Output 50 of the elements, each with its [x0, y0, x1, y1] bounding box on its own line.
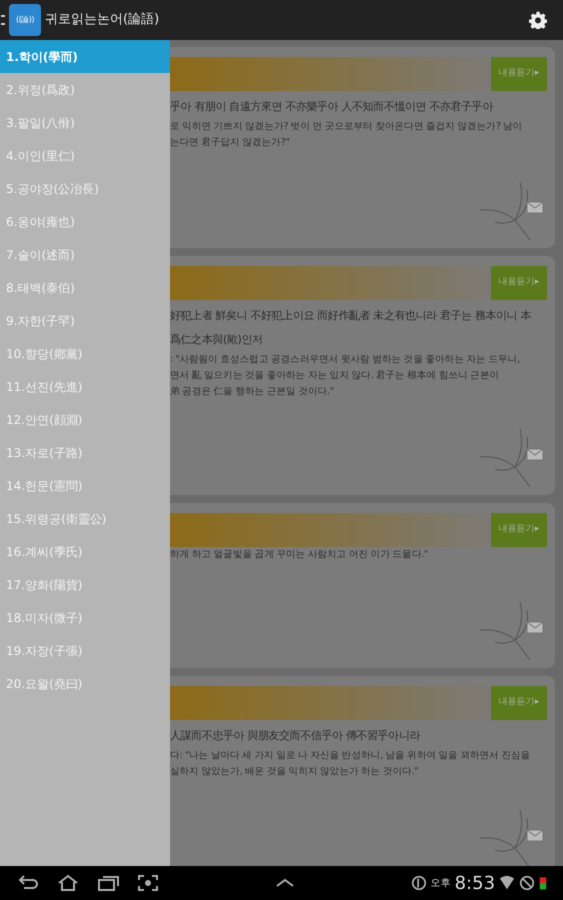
- menu-icon[interactable]: [1, 15, 5, 25]
- drawer-item[interactable]: 19.자장(子張): [0, 634, 170, 667]
- drawer-item[interactable]: 15.위령공(衛靈公): [0, 502, 170, 535]
- listen-button[interactable]: 내용듣기▸: [491, 266, 547, 300]
- drawer-item[interactable]: 20.요왈(堯曰): [0, 667, 170, 700]
- original-text: 爲仁之本與(歟)인저: [170, 332, 264, 348]
- battery-icon: [539, 875, 548, 891]
- translation-text: 실하지 않았는가, 배운 것을 익히지 않았는가 하는 것이다.": [170, 765, 420, 779]
- listen-button[interactable]: 내용듣기▸: [491, 513, 547, 547]
- translation-text: 면서 亂 일으키는 것을 좋아하는 자는 있지 않다. 君子는 根本에 힘쓰니 근본이: [170, 369, 500, 383]
- drawer-item[interactable]: 8.태백(泰伯): [0, 271, 170, 304]
- drawer-item[interactable]: 18.미자(微子): [0, 601, 170, 634]
- drawer-item[interactable]: 3.팔일(八佾): [0, 106, 170, 139]
- drawer-item[interactable]: 13.자로(子路): [0, 436, 170, 469]
- translation-text: 하게 하고 얼굴빛을 곱게 꾸미는 사람치고 어진 이가 드물다.": [170, 548, 429, 562]
- original-text: 乎아 有朋이 自遠方來면 不亦樂乎아 人不知而不慍이면 不亦君子乎아: [170, 99, 494, 115]
- translation-text: 로 익히면 기쁘지 않겠는가? 벗이 먼 곳으로부터 찾아온다면 즐겁지 않겠는가? 남이: [170, 120, 524, 134]
- status-icon: [410, 875, 427, 891]
- drawer-item[interactable]: 9.자한(子罕): [0, 304, 170, 337]
- drawer-item[interactable]: 7.술이(述而): [0, 238, 170, 271]
- wifi-icon: [499, 875, 516, 891]
- drawer-item[interactable]: 6.옹야(雍也): [0, 205, 170, 238]
- home-icon[interactable]: [56, 874, 80, 892]
- clock: 8:53: [454, 872, 496, 896]
- translation-text: 다: "나는 날마다 세 가지 일로 나 자신을 반성하니, 남을 위하여 일을 꾀하면서 진심을: [170, 749, 532, 763]
- drawer-item[interactable]: 1.학이(學而): [0, 40, 170, 73]
- drawer-item[interactable]: 14.헌문(憲問): [0, 469, 170, 502]
- translation-text: 弟 공경은 仁을 행하는 근본일 것이다.": [170, 385, 335, 399]
- translation-text: 는다면 君子답지 않겠는가?": [170, 136, 290, 150]
- translation-text: : "사람됨이 효성스럽고 공경스러우면서 윗사람 범하는 것을 좋아하는 자는 드무니,: [170, 353, 521, 367]
- listen-button[interactable]: 내용듣기▸: [491, 686, 547, 720]
- drawer-item[interactable]: 4.이인(里仁): [0, 139, 170, 172]
- drawer-item[interactable]: 12.안연(顔淵): [0, 403, 170, 436]
- settings-icon[interactable]: [529, 11, 547, 29]
- drawer-item[interactable]: 10.향당(鄕黨): [0, 337, 170, 370]
- listen-button[interactable]: 내용듣기▸: [491, 57, 547, 91]
- app-icon: ((論)): [9, 4, 41, 36]
- app-title: 귀로읽는논어(論語): [45, 11, 160, 30]
- back-icon[interactable]: [16, 874, 40, 892]
- drawer-item[interactable]: 5.공야장(公冶長): [0, 172, 170, 205]
- drawer-item[interactable]: 11.선진(先進): [0, 370, 170, 403]
- blocked-icon: [519, 875, 536, 891]
- recent-apps-icon[interactable]: [96, 874, 120, 892]
- time-period: 오후: [430, 876, 451, 890]
- original-text: 好犯上者 鮮矣니 不好犯上이요 而好作亂者 未之有也니라 君子는 務本이니 本: [170, 308, 532, 324]
- screenshot-icon[interactable]: [136, 874, 160, 892]
- original-text: 人謀而不忠乎아 與朋友交而不信乎아 傳不習乎아니라: [170, 728, 422, 744]
- drawer-item[interactable]: 17.양화(陽貨): [0, 568, 170, 601]
- drawer-item[interactable]: 16.계씨(季氏): [0, 535, 170, 568]
- drawer-item[interactable]: 2.위정(爲政): [0, 73, 170, 106]
